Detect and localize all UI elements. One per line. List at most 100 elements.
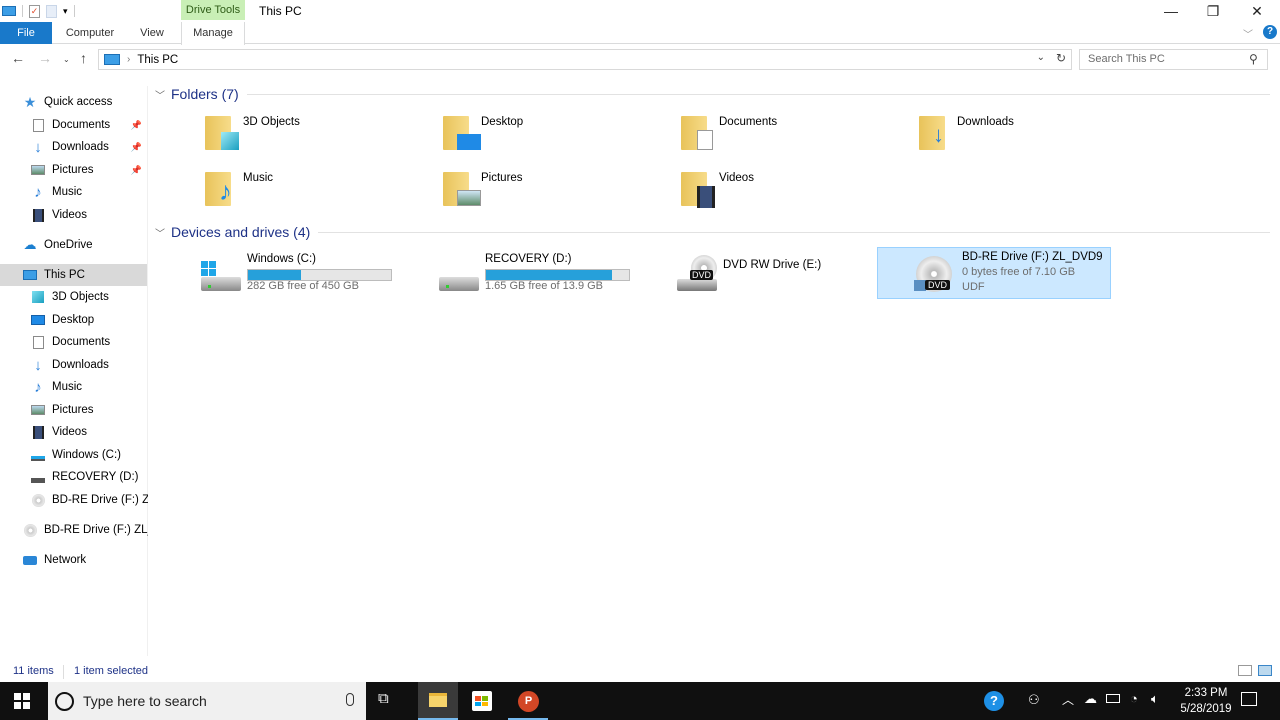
folder-label: Videos: [719, 172, 754, 184]
folder-tile[interactable]: Pictures: [437, 166, 637, 218]
help-icon[interactable]: ?: [1263, 25, 1277, 39]
sidebar-item-pictures-pc[interactable]: Pictures: [30, 399, 94, 421]
action-center-icon[interactable]: [1241, 692, 1257, 706]
recent-locations-button[interactable]: ⌄: [63, 55, 70, 64]
drive-tile-recovery-d[interactable]: RECOVERY (D:) 1.65 GB free of 13.9 GB: [437, 249, 637, 301]
windows-logo-icon: [201, 261, 217, 277]
status-bar: 11 items 1 item selected: [0, 663, 1280, 682]
folder-label: Documents: [719, 116, 778, 128]
battery-icon[interactable]: [1106, 694, 1120, 703]
sidebar-item-downloads-pc[interactable]: ↓ Downloads: [30, 354, 109, 376]
address-bar[interactable]: › This PC ⌄ ↻: [98, 49, 1072, 70]
folder-tile[interactable]: 3D Objects: [199, 110, 399, 162]
sidebar-item-windows-c[interactable]: Windows (C:): [30, 444, 121, 466]
drive-tools-context-tab: Drive Tools: [181, 0, 245, 20]
address-dropdown-icon[interactable]: ⌄: [1037, 52, 1045, 63]
start-button[interactable]: [14, 693, 30, 709]
show-hidden-icons-button[interactable]: ︿: [1062, 691, 1074, 708]
new-folder-icon[interactable]: [46, 4, 57, 18]
tab-manage[interactable]: Manage: [181, 22, 245, 45]
drive-tile-dvd-rw-e[interactable]: DVD DVD RW Drive (E:): [675, 249, 875, 301]
drive-tile-windows-c[interactable]: Windows (C:) 282 GB free of 450 GB: [199, 249, 399, 301]
clock[interactable]: 2:33 PM 5/28/2019: [1172, 685, 1240, 717]
folder-tile[interactable]: Videos: [675, 166, 875, 218]
volume-icon[interactable]: 🔈︎: [1151, 691, 1159, 707]
sidebar-item-quick-access[interactable]: ★ Quick access: [22, 91, 113, 113]
close-button[interactable]: ✕: [1234, 0, 1280, 22]
pin-icon[interactable]: 📌: [131, 165, 142, 176]
pictures-icon: [30, 403, 46, 417]
3d-objects-icon: [221, 132, 239, 150]
title-bar: ✓ ▾ Drive Tools This PC — ❐ ✕: [0, 0, 1280, 22]
onedrive-tray-icon[interactable]: ☁: [1084, 691, 1097, 707]
drive-usage-fill: [248, 270, 302, 280]
sidebar-item-pictures[interactable]: Pictures 📌: [30, 159, 148, 181]
quick-access-toolbar: ✓ ▾: [2, 3, 75, 19]
folder-icon: [205, 112, 239, 152]
drive-tile-bd-re-f[interactable]: DVD BD-RE Drive (F:) ZL_DVD9 0 bytes fre…: [877, 247, 1111, 299]
folder-label: Music: [243, 172, 274, 184]
sidebar-item-music-pc[interactable]: ♪ Music: [30, 376, 82, 398]
downloads-icon: ↓: [34, 356, 42, 374]
sidebar-item-music[interactable]: ♪ Music: [30, 181, 82, 203]
sidebar-item-documents[interactable]: Documents 📌: [30, 114, 148, 136]
sidebar-item-bd-drive[interactable]: BD-RE Drive (F:) ZL_D: [22, 519, 148, 541]
folder-icon: [443, 168, 481, 208]
minimize-button[interactable]: —: [1148, 0, 1194, 22]
back-button[interactable]: ←: [11, 50, 25, 66]
sidebar-item-onedrive[interactable]: ☁ OneDrive: [22, 234, 93, 256]
details-view-button[interactable]: [1238, 665, 1252, 676]
this-pc-icon: [104, 54, 120, 65]
3d-objects-icon: [30, 290, 46, 304]
sidebar-item-recovery-d[interactable]: RECOVERY (D:): [30, 466, 138, 488]
folder-tile[interactable]: ♪ Music: [199, 166, 399, 218]
sidebar-item-bd-drive-f[interactable]: BD-RE Drive (F:) ZL_: [30, 489, 148, 511]
task-view-button[interactable]: ⧉: [378, 690, 389, 707]
hard-drive-icon: [30, 470, 46, 484]
search-input[interactable]: Search This PC: [1079, 49, 1268, 70]
taskbar-powerpoint[interactable]: P: [508, 682, 548, 720]
folders-group-header[interactable]: ﹀ Folders (7): [155, 86, 1270, 102]
sidebar-item-downloads[interactable]: ↓ Downloads 📌: [30, 136, 148, 158]
downloads-icon: ↓: [933, 122, 944, 147]
people-icon[interactable]: ⚇: [1028, 692, 1040, 708]
music-icon: ♪: [219, 176, 232, 206]
folder-tile[interactable]: ↓ Downloads: [913, 110, 1113, 162]
large-icons-view-button[interactable]: [1258, 665, 1272, 676]
pictures-icon: [457, 190, 481, 206]
wifi-icon[interactable]: ◔: [1130, 691, 1138, 706]
powerpoint-icon: P: [518, 691, 539, 712]
tab-file[interactable]: File: [0, 22, 52, 44]
tab-view[interactable]: View: [130, 22, 174, 44]
breadcrumb-this-pc[interactable]: This PC: [137, 54, 178, 66]
sidebar-item-desktop[interactable]: Desktop: [30, 309, 94, 331]
videos-icon: [697, 186, 715, 208]
pin-icon[interactable]: 📌: [131, 120, 142, 131]
customize-qat-icon[interactable]: ▾: [63, 6, 68, 17]
forward-button[interactable]: →: [38, 50, 52, 66]
drives-group-header[interactable]: ﹀ Devices and drives (4): [155, 224, 1270, 240]
up-button[interactable]: ↑: [80, 50, 87, 66]
help-tray-icon[interactable]: ?: [984, 691, 1004, 711]
sidebar-item-videos-pc[interactable]: Videos: [30, 421, 87, 443]
microphone-icon[interactable]: [346, 693, 354, 706]
refresh-icon[interactable]: ↻: [1056, 51, 1066, 65]
pin-icon[interactable]: 📌: [131, 142, 142, 153]
tab-computer[interactable]: Computer: [60, 22, 120, 44]
properties-icon[interactable]: ✓: [29, 4, 40, 18]
taskbar-file-explorer[interactable]: [418, 682, 458, 720]
sidebar-item-this-pc[interactable]: This PC: [0, 264, 147, 286]
taskbar-search-box[interactable]: Type here to search: [48, 682, 366, 720]
onedrive-icon: ☁: [23, 237, 37, 252]
window-title: This PC: [259, 4, 302, 18]
sidebar-item-3d-objects[interactable]: 3D Objects: [30, 286, 109, 308]
sidebar-item-network[interactable]: Network: [22, 549, 86, 571]
item-count: 11 items: [13, 665, 54, 677]
microsoft-store-icon[interactable]: [472, 691, 492, 711]
sidebar-item-videos[interactable]: Videos: [30, 204, 87, 226]
sidebar-item-documents-pc[interactable]: Documents: [30, 331, 110, 353]
expand-ribbon-icon[interactable]: ﹀: [1243, 26, 1253, 41]
folder-tile[interactable]: Desktop: [437, 110, 637, 162]
folder-tile[interactable]: Documents: [675, 110, 875, 162]
restore-button[interactable]: ❐: [1190, 0, 1236, 22]
